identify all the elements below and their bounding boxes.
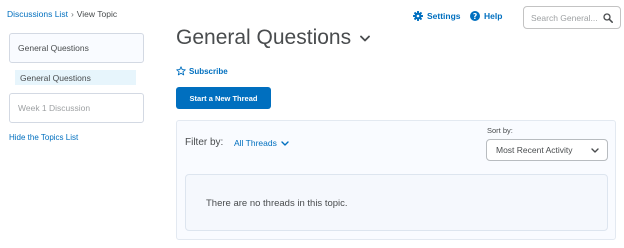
threads-panel: Filter by: All Threads Sort by: Most Rec… xyxy=(176,120,616,240)
search-button[interactable] xyxy=(598,7,618,28)
settings-label: Settings xyxy=(427,11,461,21)
filter-value: All Threads xyxy=(234,138,277,148)
sort-select[interactable]: Most Recent Activity xyxy=(486,139,608,161)
svg-text:?: ? xyxy=(473,12,477,21)
subscribe-label: Subscribe xyxy=(189,66,228,76)
search-icon xyxy=(603,12,613,23)
hide-topics-link[interactable]: Hide the Topics List xyxy=(9,133,78,142)
help-circle-icon: ? xyxy=(470,11,480,21)
star-icon xyxy=(176,66,186,76)
help-link[interactable]: ? Help xyxy=(470,11,502,21)
sidebar-forum-general-questions[interactable]: General Questions xyxy=(9,33,144,63)
chevron-down-icon xyxy=(360,35,371,41)
breadcrumb-separator: › xyxy=(70,9,74,19)
subscribe-link[interactable]: Subscribe xyxy=(176,66,228,76)
page-title-row: General Questions xyxy=(176,26,371,50)
page-title: General Questions xyxy=(176,26,352,49)
breadcrumb: Discussions List › View Topic xyxy=(7,9,117,19)
sidebar-forum-week-1-discussion[interactable]: Week 1 Discussion xyxy=(9,93,144,123)
sidebar-topic-general-questions[interactable]: General Questions xyxy=(15,70,136,85)
gear-icon xyxy=(413,11,423,21)
breadcrumb-discussions-list-link[interactable]: Discussions List xyxy=(7,9,68,19)
topic-menu-button[interactable] xyxy=(360,35,371,42)
empty-threads-message: There are no threads in this topic. xyxy=(206,198,348,209)
help-label: Help xyxy=(484,11,503,21)
filter-dropdown[interactable]: All Threads xyxy=(234,138,289,148)
start-new-thread-button[interactable]: Start a New Thread xyxy=(176,87,271,109)
settings-link[interactable]: Settings xyxy=(413,11,461,21)
breadcrumb-current: View Topic xyxy=(76,9,118,19)
search-box xyxy=(523,6,621,29)
sort-label: Sort by: xyxy=(487,126,513,135)
sort-value: Most Recent Activity xyxy=(496,145,573,155)
empty-threads-box: There are no threads in this topic. xyxy=(185,174,608,231)
chevron-down-icon xyxy=(281,140,289,146)
chevron-down-icon xyxy=(591,147,599,153)
search-input[interactable] xyxy=(524,12,598,23)
filter-label: Filter by: xyxy=(185,137,224,148)
